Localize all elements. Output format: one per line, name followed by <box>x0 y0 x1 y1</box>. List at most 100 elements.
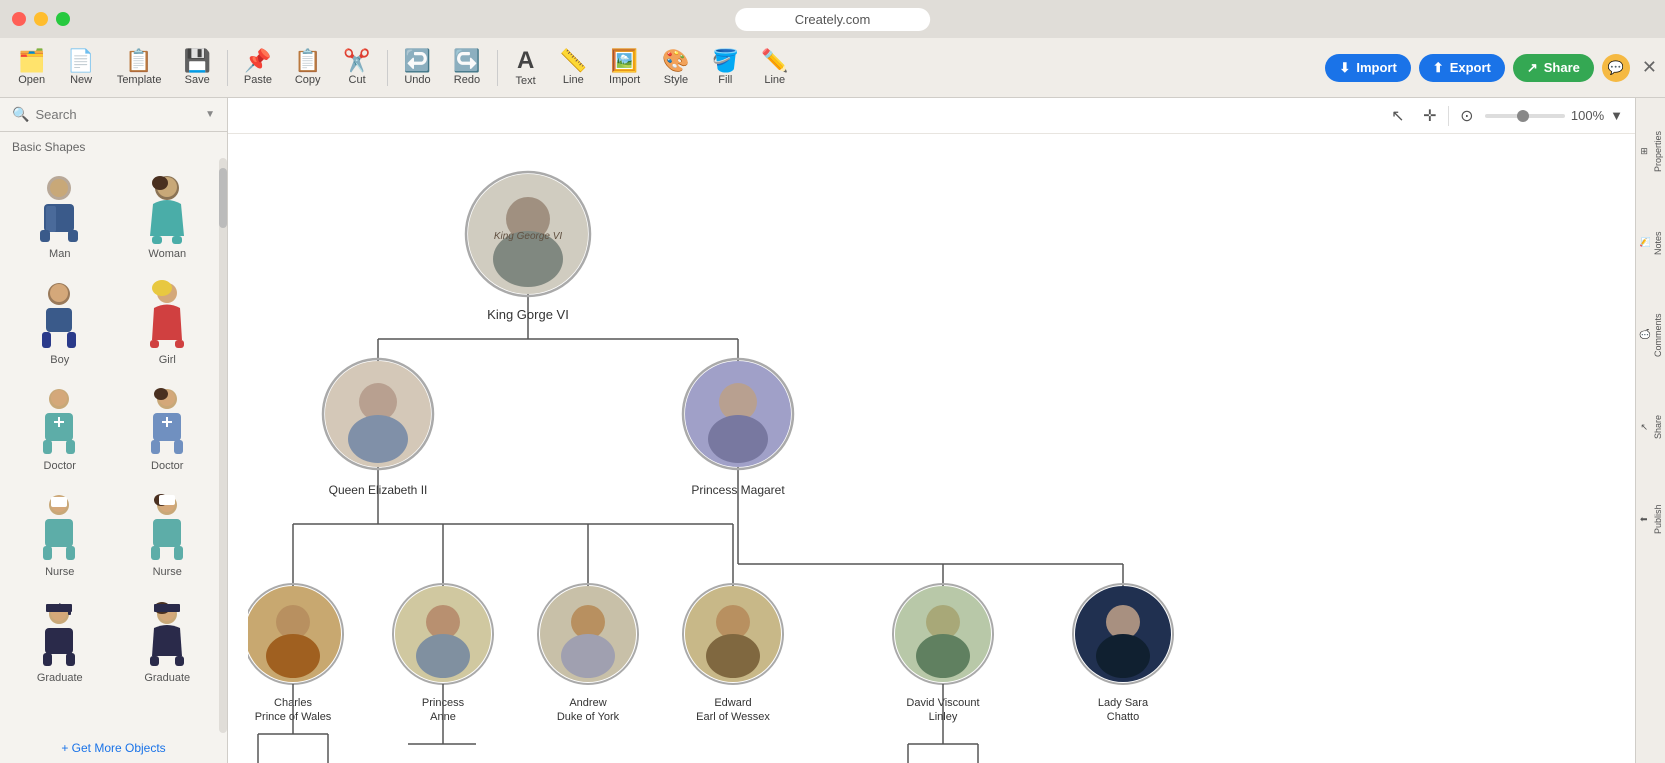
comments-icon: 💬 <box>1639 330 1649 341</box>
open-button[interactable]: 🗂️ Open <box>8 46 55 90</box>
share-panel-btn[interactable]: ↗ Share <box>1637 382 1665 472</box>
style-label: Style <box>664 74 688 86</box>
fill-button[interactable]: 🪣 Fill <box>702 46 749 90</box>
shape-man[interactable]: Man <box>8 166 112 268</box>
share-button[interactable]: ↗ Share <box>1513 54 1594 82</box>
share-icon: ↗ <box>1527 60 1538 76</box>
divider-2 <box>387 50 388 86</box>
shape-boy[interactable]: Boy <box>8 272 112 374</box>
svg-text:King Gorge VI: King Gorge VI <box>487 307 569 322</box>
shape-grad-m[interactable]: Graduate <box>8 590 112 692</box>
import-tool-icon: 🖼️ <box>611 50 638 72</box>
sidebar: 🔍 ▼ Basic Shapes <box>0 98 228 763</box>
move-tool[interactable]: ✛ <box>1416 102 1444 130</box>
svg-text:Earl of Wessex: Earl of Wessex <box>696 711 770 723</box>
undo-button[interactable]: ↩️ Undo <box>394 46 441 90</box>
import-main-button[interactable]: ⬇ Import <box>1325 54 1410 82</box>
minimize-button[interactable] <box>34 12 48 26</box>
copy-icon: 📋 <box>294 50 321 72</box>
zoom-slider[interactable] <box>1485 114 1565 118</box>
divider-3 <box>497 50 498 86</box>
line-button[interactable]: 📏 Line <box>550 46 597 90</box>
doctor-f-figure <box>137 386 197 456</box>
share-panel-icon: ↗ <box>1639 423 1649 431</box>
title-bar: Creately.com <box>0 0 1665 38</box>
export-button[interactable]: ⬆ Export <box>1419 54 1505 82</box>
open-icon: 🗂️ <box>18 50 45 72</box>
close-button[interactable] <box>12 12 26 26</box>
girl-figure <box>137 280 197 350</box>
undo-icon: ↩️ <box>404 50 431 72</box>
comments-panel-btn[interactable]: 💬 Comments <box>1637 290 1665 380</box>
doctor-m-label: Doctor <box>44 460 76 472</box>
search-input[interactable] <box>35 107 199 122</box>
cut-button[interactable]: ✂️ Cut <box>333 46 380 90</box>
save-label: Save <box>185 74 210 86</box>
new-button[interactable]: 📄 New <box>57 46 104 90</box>
right-panel: ⊞ Properties 📝 Notes 💬 Comments ↗ Share … <box>1635 98 1665 763</box>
shape-doctor-f[interactable]: Doctor <box>116 378 220 480</box>
publish-icon: ⬆ <box>1639 515 1649 523</box>
doctor-f-label: Doctor <box>151 460 183 472</box>
section-title: Basic Shapes <box>0 132 227 158</box>
target-tool[interactable]: ⊙ <box>1453 102 1481 130</box>
grad-m-label: Graduate <box>37 672 83 684</box>
redo-label: Redo <box>454 74 480 86</box>
boy-label: Boy <box>50 354 69 366</box>
shape-nurse-f[interactable]: Nurse <box>116 484 220 586</box>
text-button[interactable]: A Text <box>504 45 548 91</box>
family-tree-svg: King George VI <box>248 144 1348 763</box>
svg-text:Chatto: Chatto <box>1107 711 1139 723</box>
paste-label: Paste <box>244 74 272 86</box>
fill-icon: 🪣 <box>712 50 739 72</box>
grad-f-label: Graduate <box>144 672 190 684</box>
toolbar: 🗂️ Open 📄 New 📋 Template 💾 Save 📌 Paste … <box>0 38 1665 98</box>
svg-text:King George VI: King George VI <box>494 231 563 242</box>
share-label: Share <box>1544 60 1580 75</box>
shape-girl[interactable]: Girl <box>116 272 220 374</box>
style-button[interactable]: 🎨 Style <box>652 46 699 90</box>
import-main-label: Import <box>1356 60 1396 75</box>
template-label: Template <box>117 74 162 86</box>
search-bar: 🔍 ▼ <box>0 98 227 132</box>
publish-panel-btn[interactable]: ⬆ Publish <box>1637 474 1665 564</box>
nurse-m-figure <box>30 492 90 562</box>
canvas-divider <box>1448 106 1449 126</box>
line2-icon: ✏️ <box>761 50 788 72</box>
save-icon: 💾 <box>183 50 210 72</box>
toolbar-right: ⬇ Import ⬆ Export ↗ Share 💬 ✕ <box>1325 54 1657 82</box>
maximize-button[interactable] <box>56 12 70 26</box>
shape-woman[interactable]: Woman <box>116 166 220 268</box>
svg-text:Princess Magaret: Princess Magaret <box>691 483 785 497</box>
app-title: Creately.com <box>735 8 931 31</box>
nurse-m-label: Nurse <box>45 566 74 578</box>
zoom-control: 100% ▼ <box>1485 108 1623 123</box>
copy-button[interactable]: 📋 Copy <box>284 46 331 90</box>
chat-icon[interactable]: 💬 <box>1602 54 1630 82</box>
select-tool[interactable]: ↖ <box>1384 102 1412 130</box>
svg-text:Duke of York: Duke of York <box>557 711 620 723</box>
properties-icon: ⊞ <box>1639 147 1649 155</box>
template-button[interactable]: 📋 Template <box>107 46 172 90</box>
nurse-f-figure <box>137 492 197 562</box>
family-tree-canvas[interactable]: King George VI <box>228 134 1635 763</box>
shape-grad-f[interactable]: Graduate <box>116 590 220 692</box>
paste-button[interactable]: 📌 Paste <box>234 46 282 90</box>
notes-panel-btn[interactable]: 📝 Notes <box>1637 198 1665 288</box>
text-label: Text <box>516 75 536 87</box>
search-icon: 🔍 <box>12 106 29 123</box>
shape-doctor-m[interactable]: Doctor <box>8 378 112 480</box>
close-x-button[interactable]: ✕ <box>1642 57 1657 78</box>
redo-button[interactable]: ↪️ Redo <box>443 46 490 90</box>
properties-panel-btn[interactable]: ⊞ Properties <box>1637 106 1665 196</box>
share-panel-label: Share <box>1653 415 1663 439</box>
export-label: Export <box>1450 60 1491 75</box>
import-button[interactable]: 🖼️ Import <box>599 46 650 90</box>
man-figure <box>30 174 90 244</box>
get-more-button[interactable]: + Get More Objects <box>0 733 227 763</box>
save-button[interactable]: 💾 Save <box>173 46 220 90</box>
redo-icon: ↪️ <box>453 50 480 72</box>
shape-nurse-m[interactable]: Nurse <box>8 484 112 586</box>
line2-button[interactable]: ✏️ Line <box>751 46 798 90</box>
zoom-dropdown-icon[interactable]: ▼ <box>1610 108 1623 123</box>
